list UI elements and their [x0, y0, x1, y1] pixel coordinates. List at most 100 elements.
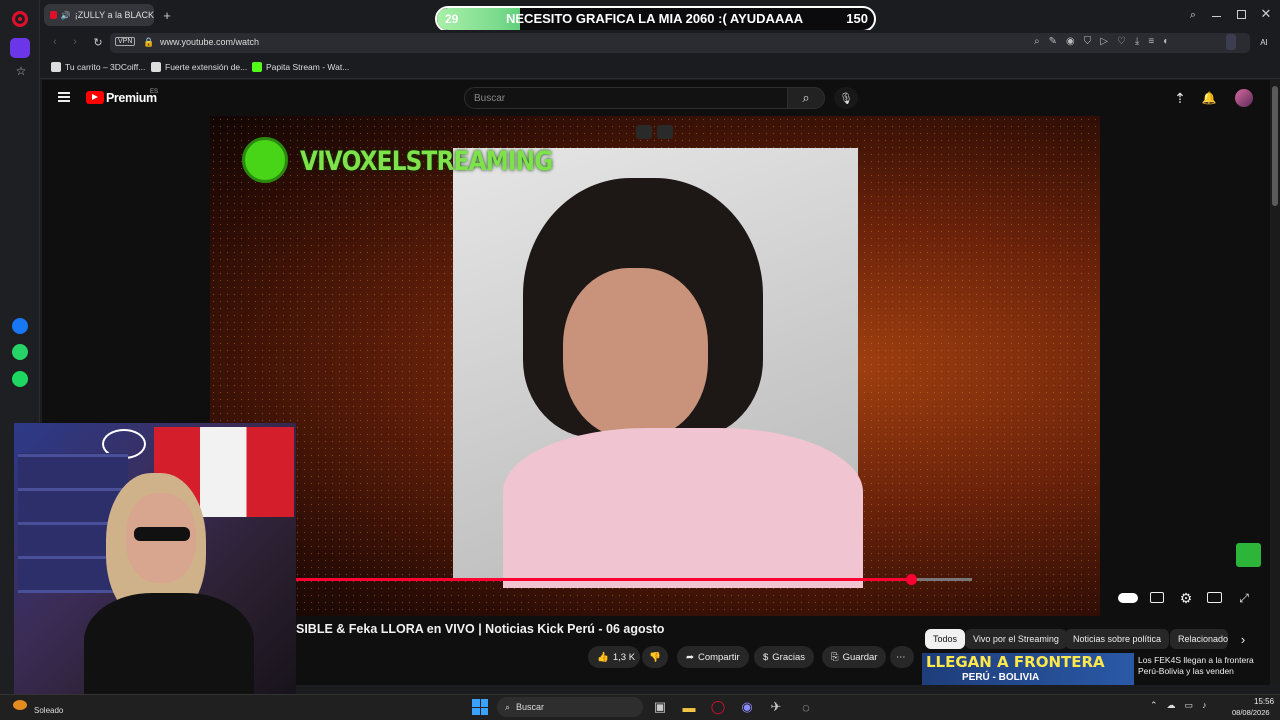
url-text[interactable]: www.youtube.com/watch: [160, 37, 259, 47]
messenger-icon[interactable]: [12, 318, 28, 334]
taskbar-search[interactable]: ⌕ Buscar: [497, 697, 643, 717]
scrollbar-thumb[interactable]: [1272, 86, 1278, 206]
back-button[interactable]: ‹: [48, 35, 62, 49]
settings-gear-icon[interactable]: ⚙: [1178, 590, 1194, 606]
thumbs-up-icon: 👍: [597, 651, 609, 663]
channel-name: VIVOXELSTREAMING: [300, 146, 553, 177]
close-button[interactable]: ✕: [1259, 6, 1273, 21]
chip-vivo[interactable]: Vivo por el Streaming: [965, 629, 1067, 649]
chip-all[interactable]: Todos: [925, 629, 966, 649]
channel-watermark-icon[interactable]: [1236, 543, 1261, 567]
star-icon[interactable]: ☆: [14, 64, 28, 78]
fullscreen-icon[interactable]: ⤢: [1236, 590, 1252, 606]
avatar[interactable]: [1235, 89, 1253, 107]
browser-toolbar: ⌕ ✎ ◉ ⛉ ▷ ♡ ⤓ ≡ ◐: [1034, 36, 1224, 50]
system-tray: ⌃ ☁ ▭ ♪: [1150, 700, 1230, 714]
edit-icon[interactable]: ✎: [1049, 36, 1057, 50]
mic-icon[interactable]: 🎙: [834, 87, 858, 109]
camera-icon[interactable]: ◉: [1066, 36, 1075, 50]
chip-politica[interactable]: Noticias sobre política: [1065, 629, 1170, 649]
thumbnail-subtext: PERÚ - BOLIVIA: [962, 672, 1040, 683]
forward-button[interactable]: ›: [68, 35, 82, 49]
region-code: ES: [150, 89, 159, 95]
search-input[interactable]: Buscar: [464, 87, 788, 109]
bookmark-item[interactable]: Papita Stream - Wat...: [252, 62, 349, 72]
miniplayer-icon[interactable]: [636, 125, 652, 139]
recommended-title[interactable]: Los FEK4S llegan a la frontera Perú-Boli…: [1138, 655, 1268, 685]
download-icon[interactable]: ⤓: [1135, 36, 1139, 50]
bell-icon[interactable]: 🔔: [1201, 90, 1217, 106]
weather-icon[interactable]: [13, 700, 27, 710]
shield-icon[interactable]: ⛉: [1084, 36, 1092, 50]
dislike-button[interactable]: 👎: [642, 646, 668, 668]
donation-goal-overlay: 29 NECESITO GRAFICA LA MIA 2060 :( AYUDA…: [435, 6, 876, 32]
lock-icon[interactable]: 🔒: [143, 37, 154, 48]
recommended-thumbnail[interactable]: LLEGAN A FRONTERA PERÚ - BOLIVIA: [922, 653, 1134, 685]
whatsapp-icon[interactable]: [12, 344, 28, 360]
share-icon: ➦: [686, 651, 694, 663]
obs-icon[interactable]: ◌: [796, 697, 816, 717]
menu-icon[interactable]: ≡: [1148, 36, 1154, 50]
progress-played: [296, 578, 912, 581]
video-title: SIBLE & Feka LLORA en VIVO | Noticias Ki…: [296, 622, 665, 636]
maximize-button[interactable]: [1237, 10, 1246, 19]
search-icon[interactable]: ⌕: [1034, 36, 1040, 50]
minimize-button[interactable]: [1212, 16, 1221, 17]
clock-time[interactable]: 15:56: [1254, 697, 1274, 706]
tab-active[interactable]: 🔊 ¡ZULLY a la BLACK: [44, 4, 154, 26]
spotify-icon[interactable]: [12, 371, 28, 387]
channel-logo-icon: [242, 137, 288, 183]
search-icon: ⌕: [505, 701, 511, 712]
discord-icon[interactable]: ◉: [737, 697, 757, 717]
chips-next-icon[interactable]: ›: [1236, 631, 1250, 647]
play-icon[interactable]: ▷: [1100, 36, 1108, 50]
search-tabs-icon[interactable]: ⌕: [1186, 8, 1200, 22]
autoplay-toggle[interactable]: [1118, 593, 1138, 603]
thumbnail-text: LLEGAN A FRONTERA: [926, 653, 1105, 671]
volume-icon[interactable]: ♪: [1202, 700, 1207, 714]
thanks-icon: $: [763, 651, 769, 663]
cast-icon[interactable]: [657, 125, 673, 139]
more-actions-button[interactable]: ⋯: [890, 646, 914, 668]
heart-icon[interactable]: ♡: [1117, 36, 1126, 50]
bookmark-item[interactable]: Fuerte extensión de...: [151, 62, 247, 72]
search-button[interactable]: ⌕: [787, 87, 825, 109]
clock-date[interactable]: 08/08/2026: [1232, 708, 1270, 717]
goal-text: NECESITO GRAFICA LA MIA 2060 :( AYUDAAAA: [506, 11, 804, 26]
save-button[interactable]: ⎘ Guardar: [822, 646, 887, 668]
profile-icon[interactable]: ◐: [1163, 36, 1169, 50]
cloud-icon[interactable]: ☁: [1167, 700, 1176, 714]
theater-mode-icon[interactable]: [1207, 592, 1222, 603]
tab-label: ¡ZULLY a la BLACK: [74, 10, 154, 20]
goal-target: 150: [846, 11, 868, 26]
extension-icon[interactable]: [1226, 34, 1236, 50]
aria-ai-button[interactable]: AI: [1254, 36, 1274, 48]
speaker-icon[interactable]: 🔊: [61, 11, 71, 20]
hamburger-menu-icon[interactable]: [58, 92, 70, 102]
person-face: [563, 268, 708, 438]
new-tab-button[interactable]: +: [160, 8, 174, 23]
opera-taskbar-icon[interactable]: ◯: [708, 697, 728, 717]
upload-icon[interactable]: ⇡: [1172, 90, 1188, 106]
share-button[interactable]: ➦ Compartir: [677, 646, 749, 668]
vpn-badge[interactable]: VPN: [115, 37, 136, 46]
subtitles-icon[interactable]: [1150, 592, 1164, 603]
file-explorer-icon[interactable]: ▬: [679, 697, 699, 717]
network-icon[interactable]: ▭: [1185, 700, 1194, 714]
like-button[interactable]: 👍 1,3 K: [588, 646, 640, 668]
video-frame: [453, 148, 863, 588]
weather-label[interactable]: Soleado: [34, 706, 63, 715]
person-shirt: [503, 428, 863, 588]
bookmark-item[interactable]: Tu carrito – 3DCoiff...: [51, 62, 145, 72]
chip-relacionado[interactable]: Relacionado: [1170, 629, 1228, 649]
opera-logo-icon[interactable]: [12, 11, 28, 27]
windows-start-icon[interactable]: [472, 699, 488, 715]
thanks-button[interactable]: $ Gracias: [754, 646, 815, 668]
home-icon[interactable]: [10, 38, 30, 58]
reload-button[interactable]: ↻: [91, 35, 105, 49]
thumbs-down-icon: 👎: [649, 651, 661, 663]
chevron-up-icon[interactable]: ⌃: [1150, 700, 1158, 714]
task-view-icon[interactable]: ▣: [650, 697, 670, 717]
steam-icon[interactable]: ✈: [766, 697, 786, 717]
bookmark-icon: ⎘: [831, 651, 839, 663]
